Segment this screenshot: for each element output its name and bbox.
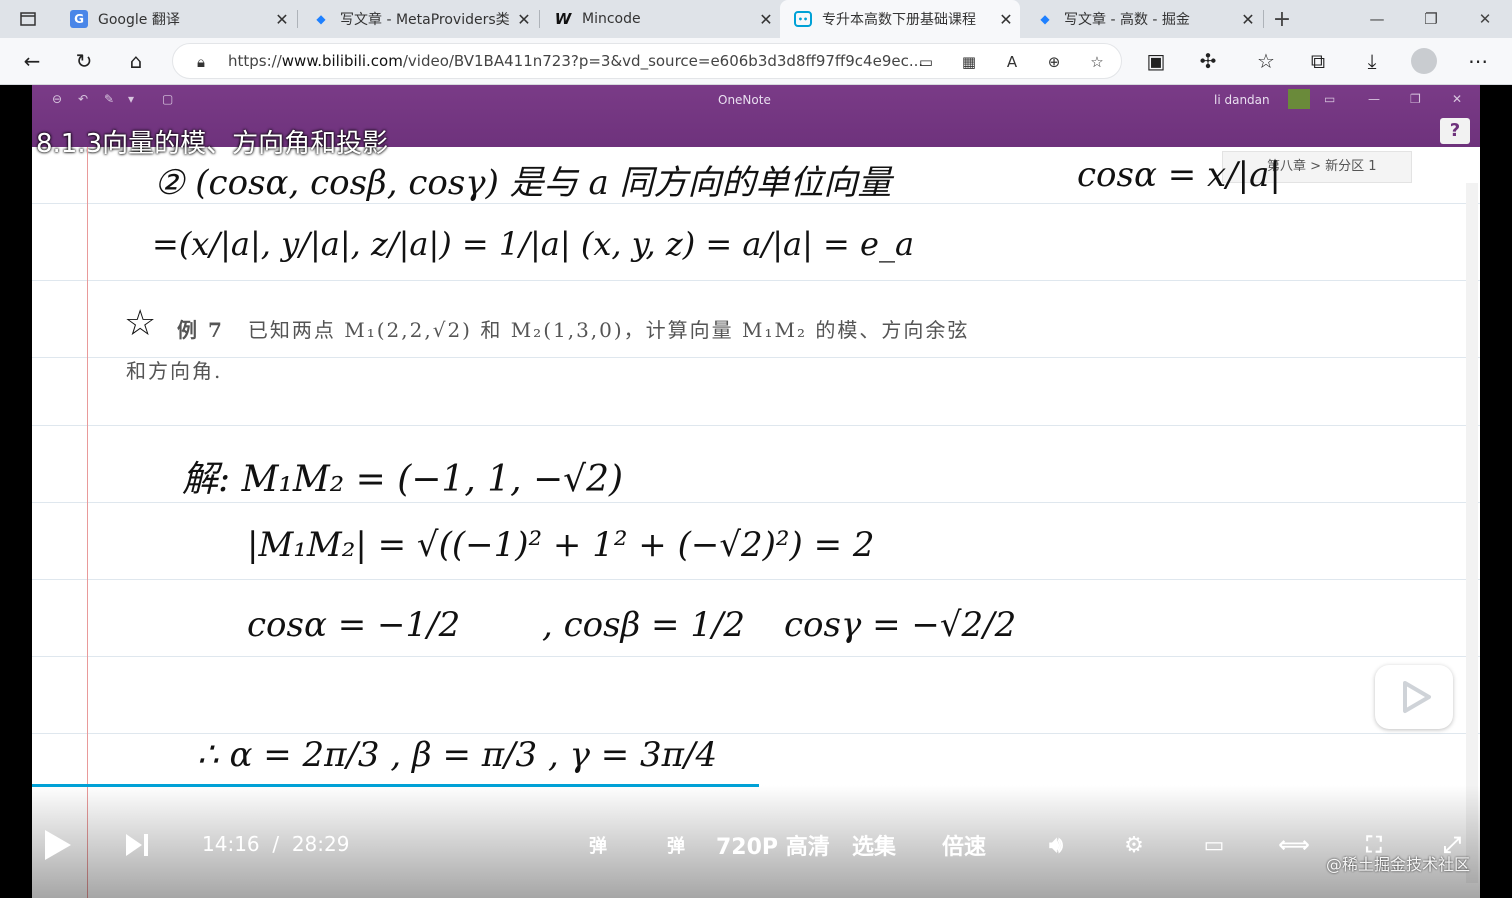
bilibili-icon: •• (794, 11, 812, 27)
ruled-line (32, 502, 1480, 503)
pen-icon: ✎ (104, 92, 115, 106)
duration: 28:29 (291, 832, 350, 856)
widescreen-icon[interactable]: ⟺ (1274, 825, 1314, 865)
minimize-icon: — (1368, 92, 1380, 106)
onenote-user: li dandan (1214, 93, 1270, 107)
progress-bar[interactable] (32, 784, 759, 787)
minimize-icon[interactable]: — (1350, 0, 1404, 38)
solution-line-3c: cosγ = −√2/2 (784, 605, 1017, 645)
danmaku-settings-icon[interactable]: 弹 (656, 825, 696, 865)
danmaku-toggle-icon[interactable]: 弹 (578, 825, 618, 865)
ruled-line (32, 425, 1480, 426)
close-icon: ✕ (1452, 92, 1463, 106)
example-text: 例 7 已知两点 M₁(2,2,√2) 和 M₂(1,3,0)，计算向量 M₁M₂… (177, 314, 969, 343)
undo-icon: ↶ (78, 92, 89, 106)
url-scheme: https:// (228, 52, 282, 70)
quality-button[interactable]: 720P 高清 (716, 825, 830, 865)
back-icon: ⊖ (52, 92, 63, 106)
app-available-icon[interactable]: ▭ (914, 50, 938, 74)
google-translate-icon: G (70, 10, 88, 28)
restore-icon[interactable]: ❐ (1404, 0, 1458, 38)
note-right-top: cosα = x/|a| (1077, 155, 1281, 195)
avatar (1288, 89, 1310, 109)
solution-line-3a: cosα = −1/2 (247, 605, 461, 645)
extension-icon[interactable]: ▣ (1140, 45, 1172, 77)
solution-line-4: ∴ α = 2π/3 , β = π/3 , γ = 3π/4 (197, 735, 718, 775)
home-icon[interactable]: ⌂ (120, 45, 152, 77)
close-icon[interactable]: ✕ (992, 10, 1020, 29)
tab-actions-icon[interactable] (0, 0, 56, 38)
lock-icon[interactable]: 🔒︎ (189, 50, 213, 74)
browser-toolbar: ← ↻ ⌂ 🔒︎ https://www.bilibili.com/video/… (0, 38, 1512, 85)
next-icon[interactable] (122, 829, 152, 861)
close-icon[interactable]: ✕ (268, 10, 296, 29)
downloads-icon[interactable]: ⤓ (1356, 45, 1388, 77)
example-text-2: 和方向角. (126, 359, 223, 383)
zoom-icon[interactable]: ⊕ (1042, 50, 1066, 74)
tab-bilibili[interactable]: •• 专升本高数下册基础课程 ✕ (780, 0, 1020, 38)
read-aloud-icon[interactable]: A (1000, 50, 1024, 74)
tab-bar: G Google 翻译 ✕ ◆ 写文章 - MetaProviders类 ✕ W… (0, 0, 1512, 38)
time-separator: / (272, 832, 280, 856)
solution-line-2: |M₁M₂| = √((−1)² + 1² + (−√2)²) = 2 (247, 525, 875, 565)
note-line-1: ② (cosα, cosβ, cosγ) 是与 a 同方向的单位向量 (154, 163, 892, 203)
ruled-line (32, 280, 1480, 281)
puzzle-icon[interactable]: ✣ (1192, 45, 1224, 77)
apps-grid-icon[interactable]: ▦ (957, 50, 981, 74)
ruled-line (32, 656, 1480, 657)
close-icon[interactable]: ✕ (510, 10, 538, 29)
settings-icon[interactable]: ⚙ (1114, 825, 1154, 865)
w-icon: W (554, 10, 572, 28)
new-tab-icon[interactable]: + (1264, 0, 1300, 38)
close-window-icon[interactable]: ✕ (1458, 0, 1512, 38)
current-time: 14:16 (202, 832, 260, 856)
juejin-icon: ◆ (316, 12, 326, 26)
solution-line-3b: , cosβ = 1/2 (542, 605, 746, 645)
example-statement: 已知两点 M₁(2,2,√2) 和 M₂(1,3,0)，计算向量 M₁M₂ 的模… (247, 318, 970, 342)
scrollbar[interactable] (1466, 183, 1478, 883)
time-display: 14:16 / 28:29 (202, 832, 349, 856)
star-icon: ☆ (124, 303, 157, 344)
url-host: www.bilibili.com (281, 52, 403, 70)
ruled-line (32, 579, 1480, 580)
juejin-icon: ◆ (1040, 12, 1050, 26)
ruled-line (32, 357, 1480, 358)
onenote-title: OneNote (718, 93, 771, 107)
tab-google-translate[interactable]: G Google 翻译 ✕ (56, 0, 296, 38)
close-icon[interactable]: ✕ (752, 10, 780, 29)
video-player[interactable]: ⊖ ↶ ✎ ▾ ▢ OneNote li dandan ▭ — ❐ ✕ 8.1.… (32, 85, 1480, 898)
favorites-icon[interactable]: ☆ (1250, 45, 1282, 77)
fullscreen-icon: ▭ (1324, 92, 1336, 106)
tab-juejin[interactable]: ◆ 写文章 - 高数 - 掘金 ✕ (1022, 0, 1262, 38)
solution-line-1: 解: M₁M₂ = (−1, 1, −√2) (182, 459, 624, 500)
highlighter-icon: ▾ (128, 92, 135, 106)
avatar[interactable] (1408, 45, 1440, 77)
example-label: 例 7 (177, 318, 224, 342)
episodes-button[interactable]: 选集 (852, 825, 896, 865)
ruled-line (32, 733, 1480, 734)
help-icon[interactable]: ? (1440, 118, 1470, 144)
play-icon[interactable] (40, 825, 76, 865)
speed-button[interactable]: 倍速 (942, 825, 986, 865)
close-icon[interactable]: ✕ (1234, 10, 1262, 29)
url-text[interactable]: https://www.bilibili.com/video/BV1BA411n… (228, 52, 923, 70)
tab-mincode[interactable]: W Mincode ✕ (540, 0, 780, 38)
watermark: @稀土掘金技术社区 (1326, 855, 1471, 874)
pip-icon[interactable]: ▭ (1194, 825, 1234, 865)
tab-metaproviders[interactable]: ◆ 写文章 - MetaProviders类 ✕ (298, 0, 538, 38)
address-bar[interactable]: 🔒︎ https://www.bilibili.com/video/BV1BA4… (172, 43, 1122, 79)
more-icon[interactable]: ⋯ (1462, 45, 1494, 77)
note-line-2: =(x/|a|, y/|a|, z/|a|) = 1/|a| (x, y, z)… (152, 225, 915, 263)
restore-icon: ❐ (1410, 92, 1421, 106)
tv-mini-button[interactable] (1375, 665, 1453, 729)
url-path: /video/BV1BA411n723?p=3&vd_source=e606b3… (402, 52, 924, 70)
collections-icon[interactable]: ⧉ (1302, 45, 1334, 77)
page-icon: ▢ (162, 92, 174, 106)
favorite-add-icon[interactable]: ☆ (1085, 50, 1109, 74)
volume-icon[interactable]: 🔊︎ (1036, 825, 1076, 865)
back-icon[interactable]: ← (16, 45, 48, 77)
refresh-icon[interactable]: ↻ (68, 45, 100, 77)
